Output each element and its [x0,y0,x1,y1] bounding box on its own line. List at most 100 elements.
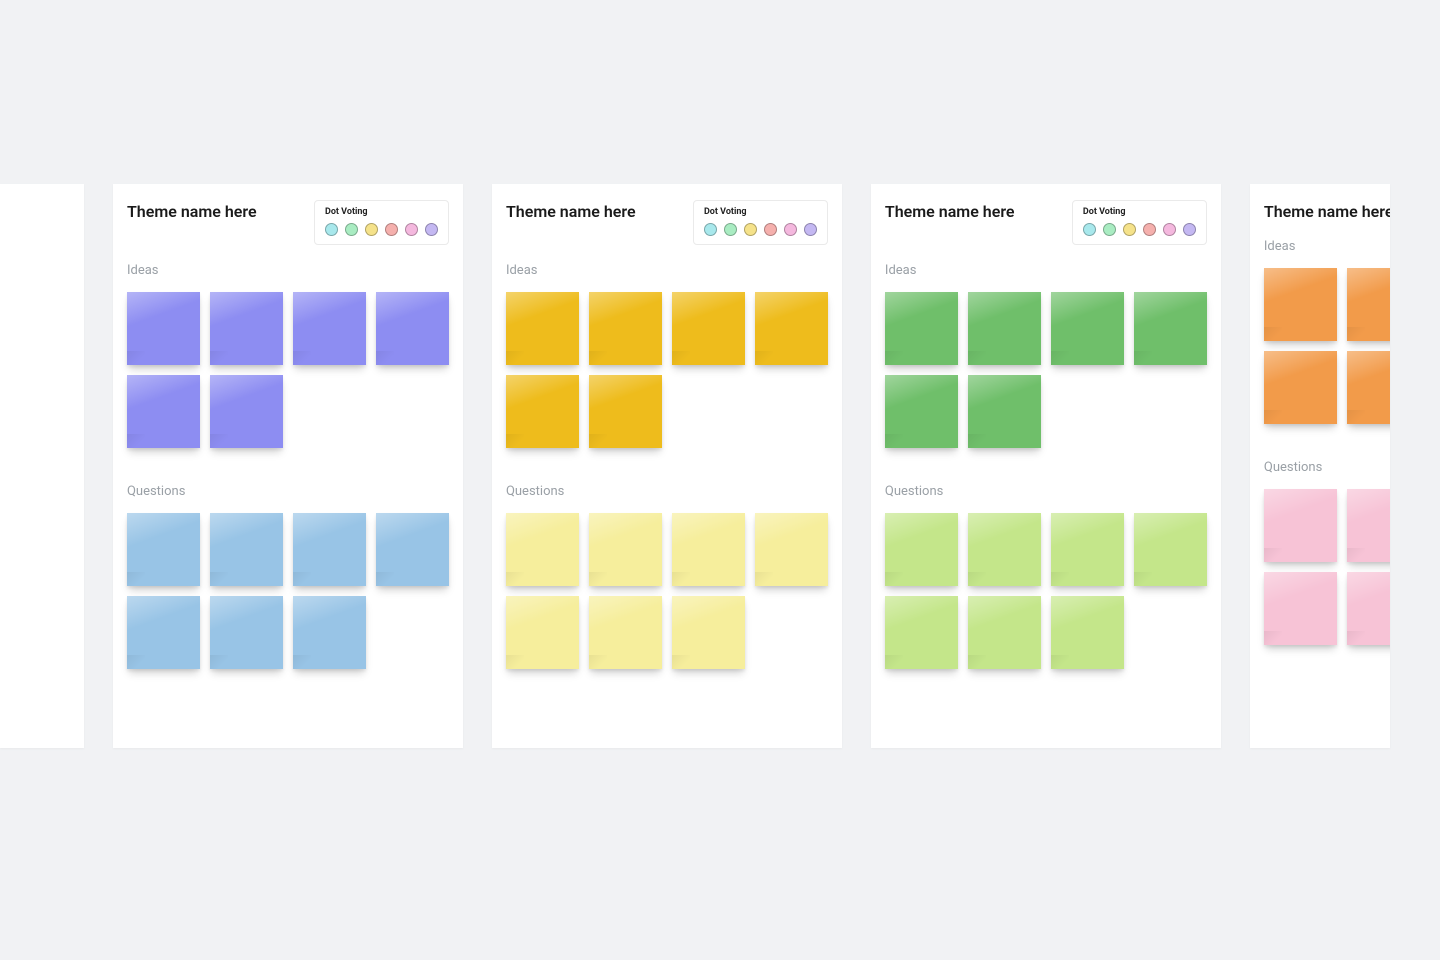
sticky-note[interactable] [1134,513,1207,586]
theme-board[interactable]: Theme name here Dot Voting Ideas Questio… [492,184,842,748]
voting-dot[interactable] [784,223,797,236]
sticky-note[interactable] [672,596,745,669]
sticky-note[interactable] [1051,513,1124,586]
sticky-note[interactable] [210,513,283,586]
sticky-note[interactable] [293,292,366,365]
sticky-note[interactable] [755,292,828,365]
sticky-note[interactable] [210,375,283,448]
section-label-questions: Questions [885,484,1207,499]
voting-dot[interactable] [804,223,817,236]
theme-board[interactable]: Theme name here Dot Voting Ideas Questio… [113,184,463,748]
sticky-note[interactable] [589,375,662,448]
dot-voting-panel: Dot Voting [314,200,449,245]
sticky-note[interactable] [1264,572,1337,645]
whiteboard-canvas[interactable]: Theme name here Dot Voting Ideas Questio… [0,184,1390,748]
sticky-note[interactable] [968,292,1041,365]
theme-title[interactable]: Theme name here [885,200,1015,221]
sticky-note[interactable] [589,596,662,669]
theme-title[interactable]: Theme name here [1264,200,1390,221]
voting-dot[interactable] [1143,223,1156,236]
sticky-note[interactable] [1347,489,1390,562]
sticky-note[interactable] [1264,351,1337,424]
section-label-ideas: Ideas [127,263,449,278]
voting-dot[interactable] [724,223,737,236]
questions-grid [506,513,828,669]
dot-voting-dots [325,223,438,236]
section-label-questions: Questions [1264,460,1390,475]
sticky-note[interactable] [755,513,828,586]
sticky-note[interactable] [968,596,1041,669]
sticky-note[interactable] [968,375,1041,448]
voting-dot[interactable] [1083,223,1096,236]
sticky-note[interactable] [127,596,200,669]
sticky-note[interactable] [506,375,579,448]
sticky-note[interactable] [885,375,958,448]
sticky-note[interactable] [1264,489,1337,562]
dot-voting-label: Dot Voting [1083,207,1196,217]
sticky-note[interactable] [885,513,958,586]
theme-title[interactable]: Theme name here [127,200,257,221]
sticky-note[interactable] [506,596,579,669]
sticky-note[interactable] [127,513,200,586]
voting-dot[interactable] [704,223,717,236]
sticky-note[interactable] [968,513,1041,586]
ideas-grid [127,292,449,448]
questions-grid [885,513,1207,669]
questions-grid [1264,489,1390,645]
sticky-note[interactable] [506,513,579,586]
sticky-note[interactable] [1134,292,1207,365]
sticky-note[interactable] [293,596,366,669]
dot-voting-panel: Dot Voting [1072,200,1207,245]
voting-dot[interactable] [345,223,358,236]
sticky-note[interactable] [506,292,579,365]
ideas-grid [1264,268,1390,424]
sticky-note[interactable] [376,513,449,586]
sticky-note[interactable] [1347,351,1390,424]
sticky-note[interactable] [672,292,745,365]
section-label-ideas: Ideas [506,263,828,278]
theme-title[interactable]: Theme name here [506,200,636,221]
sticky-note[interactable] [589,292,662,365]
adjacent-board-stub [0,184,84,748]
sticky-note[interactable] [1264,268,1337,341]
theme-board[interactable]: Theme name here Ideas Questions [1250,184,1390,748]
voting-dot[interactable] [744,223,757,236]
sticky-note[interactable] [672,513,745,586]
section-label-ideas: Ideas [885,263,1207,278]
sticky-note[interactable] [210,596,283,669]
voting-dot[interactable] [1123,223,1136,236]
sticky-note[interactable] [127,375,200,448]
dot-voting-dots [704,223,817,236]
voting-dot[interactable] [1183,223,1196,236]
dot-voting-panel: Dot Voting [693,200,828,245]
voting-dot[interactable] [1163,223,1176,236]
sticky-note[interactable] [210,292,283,365]
section-label-questions: Questions [506,484,828,499]
sticky-note[interactable] [293,513,366,586]
section-label-questions: Questions [127,484,449,499]
theme-board[interactable]: Theme name here Dot Voting Ideas Questio… [871,184,1221,748]
questions-grid [127,513,449,669]
dot-voting-label: Dot Voting [704,207,817,217]
sticky-note[interactable] [589,513,662,586]
sticky-note[interactable] [885,596,958,669]
voting-dot[interactable] [425,223,438,236]
sticky-note[interactable] [1051,292,1124,365]
sticky-note[interactable] [1347,572,1390,645]
dot-voting-dots [1083,223,1196,236]
sticky-note[interactable] [376,292,449,365]
sticky-note[interactable] [1347,268,1390,341]
voting-dot[interactable] [325,223,338,236]
voting-dot[interactable] [405,223,418,236]
sticky-note[interactable] [127,292,200,365]
section-label-ideas: Ideas [1264,239,1390,254]
voting-dot[interactable] [1103,223,1116,236]
voting-dot[interactable] [365,223,378,236]
ideas-grid [885,292,1207,448]
voting-dot[interactable] [764,223,777,236]
ideas-grid [506,292,828,448]
dot-voting-label: Dot Voting [325,207,438,217]
sticky-note[interactable] [1051,596,1124,669]
sticky-note[interactable] [885,292,958,365]
voting-dot[interactable] [385,223,398,236]
